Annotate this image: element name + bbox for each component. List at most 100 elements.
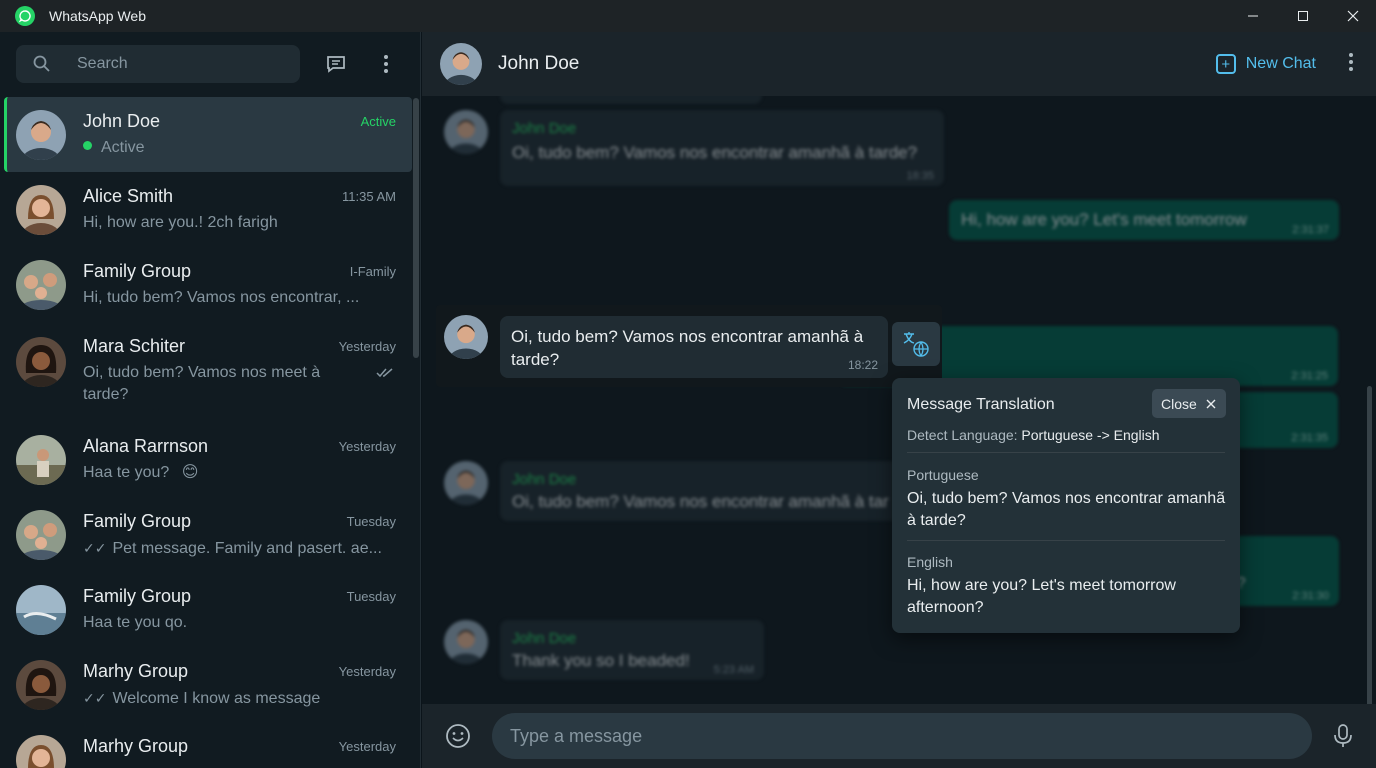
avatar [444,461,488,505]
sidebar-scrollbar[interactable] [413,98,419,358]
translate-icon [903,332,929,357]
popup-title: Message Translation [907,396,1055,413]
message-text: Oi, tudo bem? Vamos nos encontrar amanhã… [512,143,918,162]
chat-name: Marhy Group [83,735,189,756]
avatar [16,659,66,710]
chat-item[interactable]: Alice Smith 11:35 AM Hi, how are you.! 2… [4,172,412,247]
chat-header: John Doe + New Chat [422,32,1376,96]
plus-icon: + [1215,54,1236,74]
chat-name: Family Group [83,510,192,531]
chat-list: John Doe Active Active Alice Smith 11:35… [4,97,412,768]
chat-preview: Active [83,137,145,159]
search-input[interactable] [77,55,277,73]
chat-status: Active [360,113,396,129]
message-sender: John Doe [512,120,577,137]
chat-preview: Hi, tudo bem? Vamos nos encontrar, ... [83,288,360,306]
chat-name: Family Group [83,585,192,606]
translate-button[interactable] [892,322,940,366]
chat-name: Mara Schiter [83,335,186,356]
message-bubble[interactable]: John Doe Oi, tudo bem? Vamos nos encontr… [500,461,900,521]
chat-panel: John Doe + New Chat John Doe Oi, tudo be… [422,32,1376,768]
chat-time: Yesterday [338,663,396,679]
search-icon [33,55,50,72]
message-sender: John Doe [512,471,577,488]
chat-time: 11:35 AM [342,188,396,204]
chat-scrollbar[interactable] [1367,386,1372,704]
close-label: Close [1161,395,1197,412]
close-button[interactable]: Close [1152,389,1226,418]
chat-preview: ✓✓ Welcome I know as message [83,689,321,707]
message-input[interactable] [492,713,1312,759]
message-sender: John Doe [512,630,577,647]
chat-time: Yesterday [338,438,396,454]
message-time: 2:31:37 [1292,224,1329,236]
message-bubble[interactable]: Hi, how are you? Let's meet tomorrow 2:3… [949,200,1339,240]
avatar [444,315,488,359]
chat-name: Marhy Group [83,660,189,681]
message-bubble[interactable]: John Doe Oi, tudo bem? Vamos nos encontr… [500,110,944,186]
message-time: 2:31:30 [1292,590,1329,602]
divider [907,540,1225,541]
message-time: 18:22 [847,358,878,372]
minimize-icon[interactable] [1230,0,1276,32]
message-bubble [500,96,762,104]
new-chat-icon[interactable] [316,44,356,84]
double-check-icon [376,366,394,384]
message-list: John Doe Oi, tudo bem? Vamos nos encontr… [422,96,1376,704]
chat-item[interactable]: Mara Schiter Yesterday Oi, tudo bem? Vam… [4,322,412,422]
title-bar: WhatsApp Web [0,0,1376,32]
smile-emoji-icon: 😊 [181,463,199,481]
chat-preview: ✓✓ Pet message. Family and pasert. ae... [83,539,382,557]
chat-item[interactable]: Marhy Group Yesterday ✓✓ Welcome I know a… [4,647,412,722]
message-time: 2:31:35 [1291,432,1328,444]
detect-label: Detect Language: [907,427,1018,443]
chat-item[interactable]: Alana Rarrnson Yesterday Haa te you? 😊 [4,422,412,497]
source-language-label: Portuguese [907,467,979,483]
message-bubble[interactable]: Oi, tudo bem? Vamos nos encontrar amanhã… [500,316,888,378]
chat-item[interactable]: Family Group Tuesday ✓✓ Pet message. Fami… [4,497,412,572]
chat-time: Tuesday [346,588,396,604]
maximize-icon[interactable] [1280,0,1326,32]
chat-name: Alana Rarrnson [83,435,209,456]
emoji-icon[interactable] [445,723,471,749]
app-title: WhatsApp Web [49,8,147,24]
contact-name[interactable]: John Doe [498,53,579,75]
new-chat-label: New Chat [1245,55,1316,72]
search-box[interactable] [16,45,300,83]
chat-preview: Oi, tudo bem? Vamos nos meet à tarde? [83,363,321,403]
source-text: Oi, tudo bem? Vamos nos encontrar amanhã… [907,490,1226,529]
chat-item[interactable]: Family Group I-Family Hi, tudo bem? Vamo… [4,247,412,322]
message-text: Oi, tudo bem? Vamos nos encontrar amanhã… [511,327,864,369]
message-bubble[interactable]: John Doe Thank you so I beaded! 5:23 AM [500,620,764,680]
chat-item[interactable]: John Doe Active Active [4,97,412,172]
avatar [16,434,66,485]
composer [422,704,1376,768]
message-text: Hi, how are you? Let's meet tomorrow [961,210,1247,229]
avatar [16,109,66,160]
detect-language: Detect Language: Portuguese -> English [907,427,1160,443]
chat-time: Yesterday [338,338,396,354]
avatar [16,184,66,235]
target-language-label: English [907,554,953,570]
sidebar: John Doe Active Active Alice Smith 11:35… [0,32,421,768]
chat-item[interactable]: Family Group Tuesday Haa te you qo. [4,572,412,647]
chat-preview: Hi, how are you.! 2ch farigh [83,213,278,231]
chat-item[interactable]: Marhy Group Yesterday [4,722,412,768]
new-chat-button[interactable]: + New Chat [1215,54,1316,74]
avatar[interactable] [440,43,482,85]
more-vertical-icon[interactable] [366,44,406,84]
microphone-icon[interactable] [1332,723,1354,749]
close-icon[interactable] [1330,0,1376,32]
message-time: 18:35 [906,170,934,182]
detect-value: Portuguese -> English [1021,427,1160,443]
chat-time: Yesterday [338,738,396,754]
more-vertical-icon[interactable] [1348,52,1354,77]
whatsapp-logo-icon [15,6,35,26]
target-text: Hi, how are you? Let's meet tomorrow aft… [907,577,1176,616]
message-text: Oi, tudo bem? Vamos nos encontrar amanhã… [512,492,889,511]
chat-time: I-Family [349,263,396,279]
double-check-icon: ✓✓ [83,539,107,556]
avatar [16,584,66,635]
avatar [16,734,66,768]
chat-time: Tuesday [346,513,396,529]
